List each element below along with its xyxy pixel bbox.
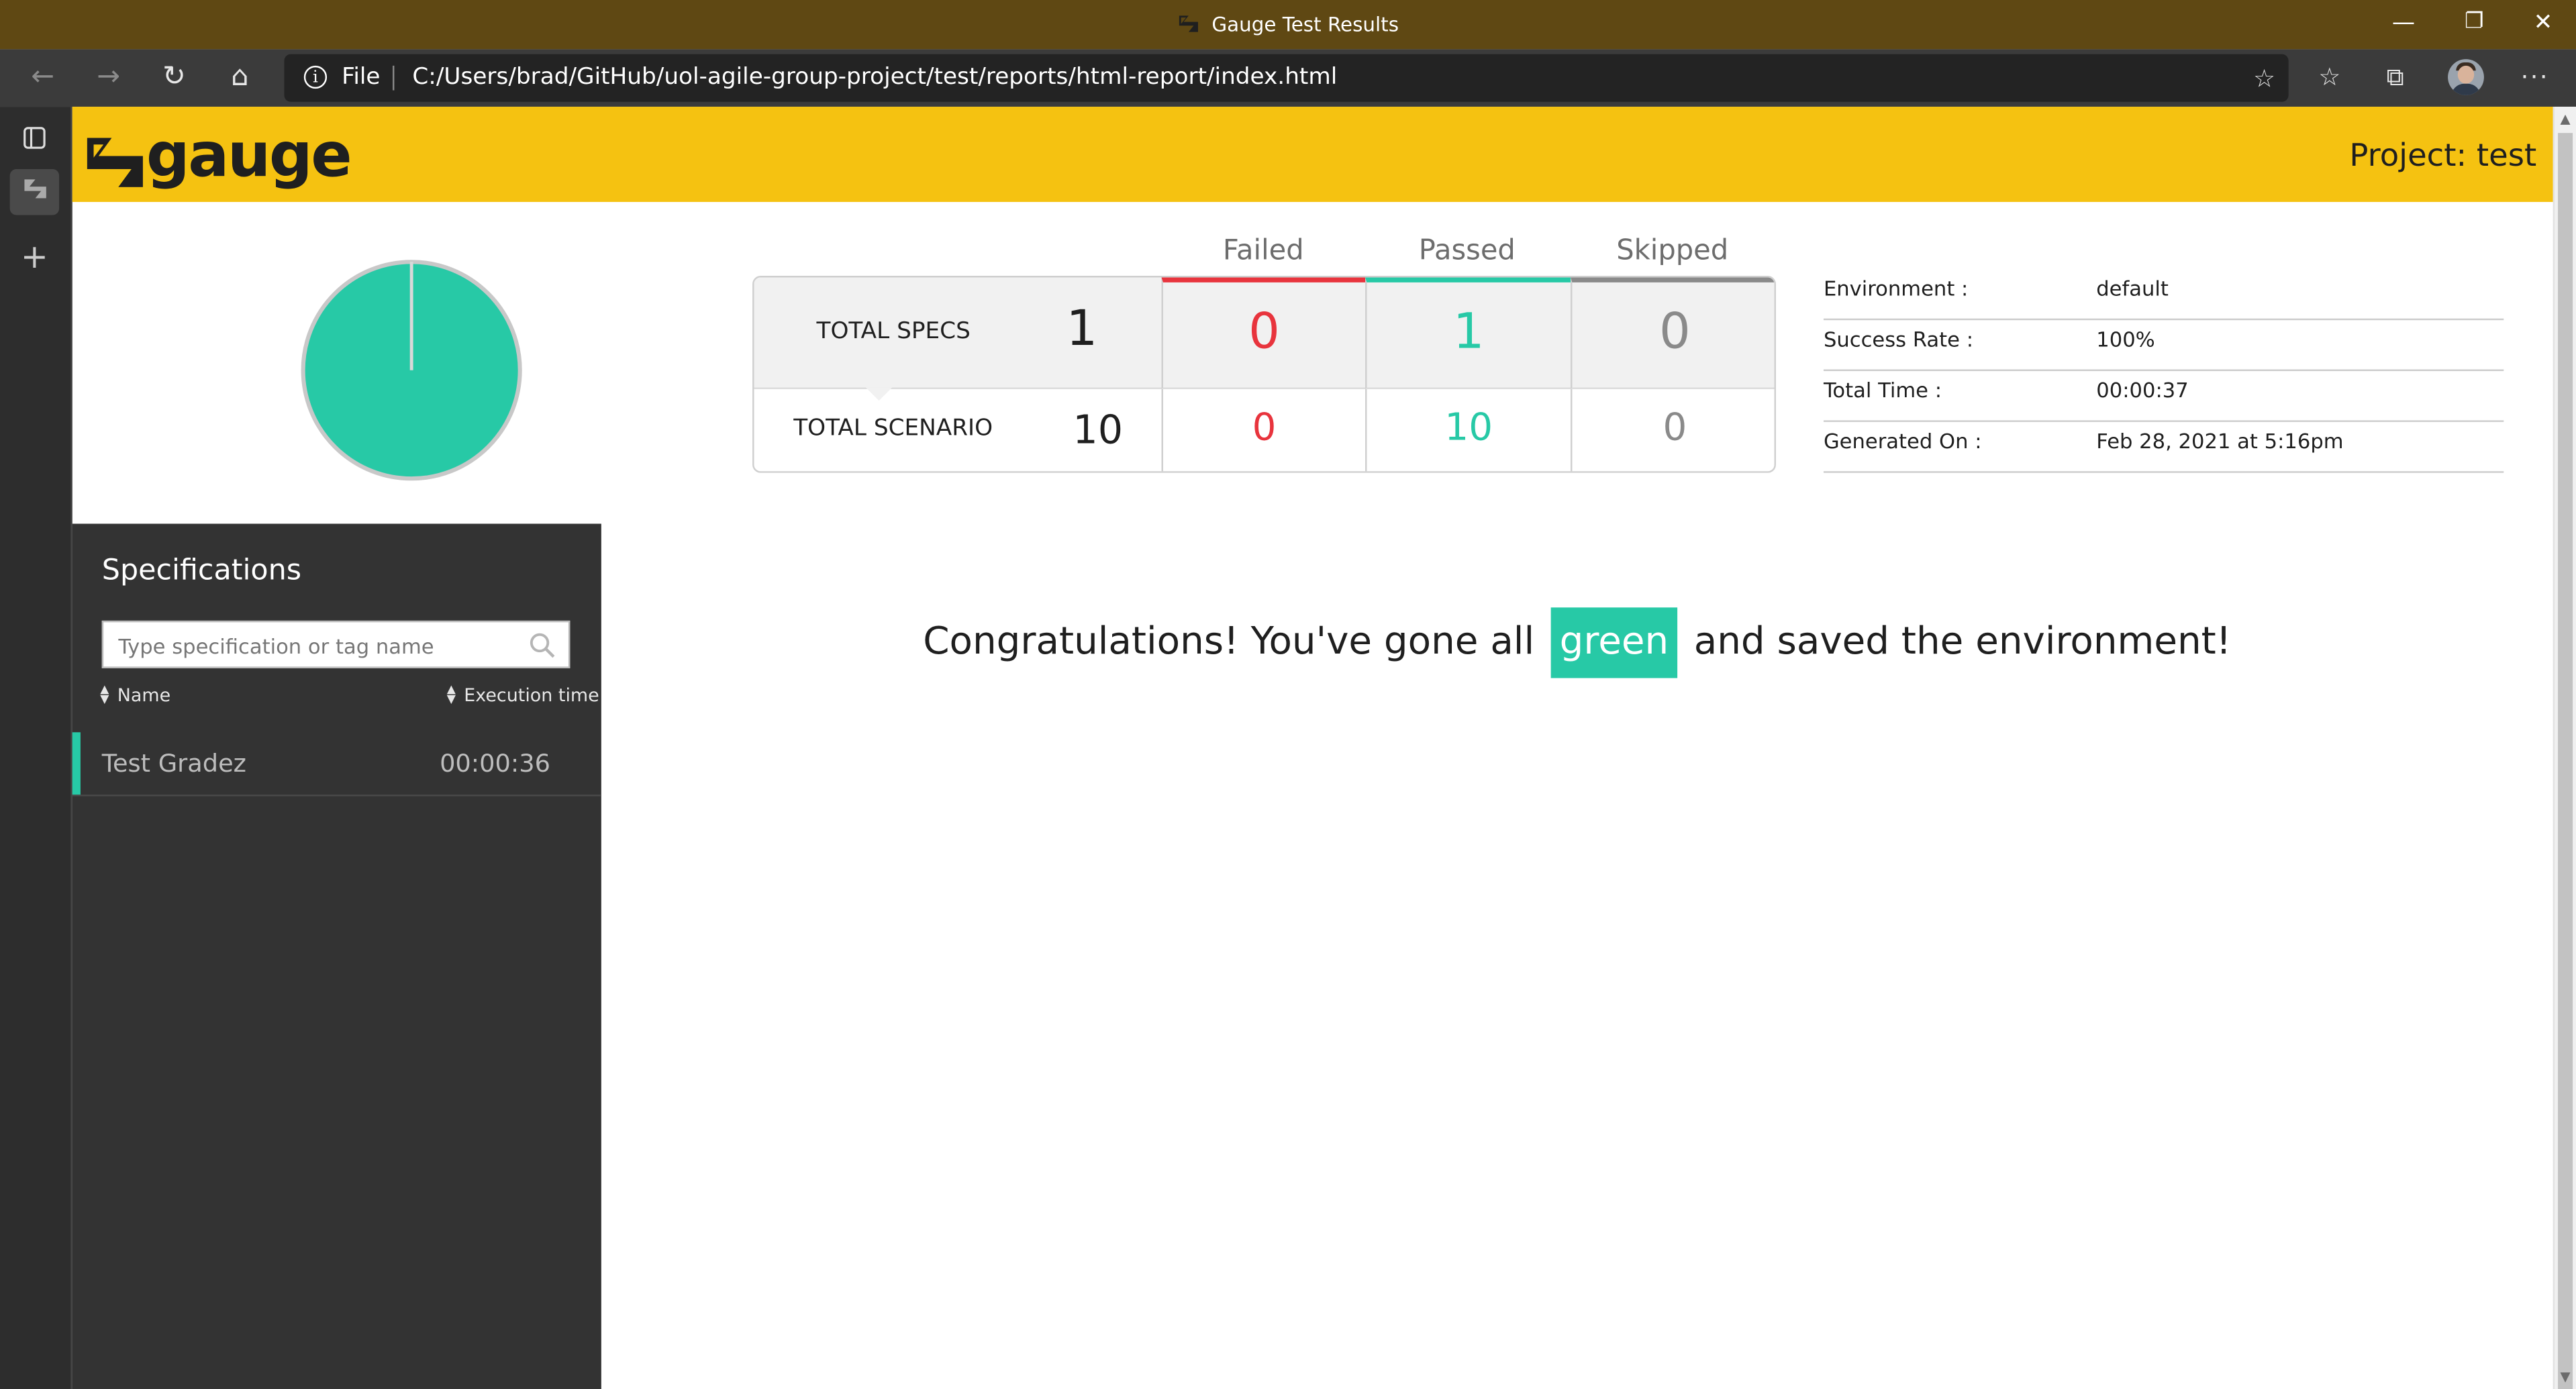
- address-divider: [393, 65, 395, 91]
- title-bar: Gauge Test Results — ❐ ✕: [0, 0, 2576, 50]
- logo-text: gauge: [146, 119, 352, 191]
- specs-row-label-cell[interactable]: TOTAL SPECS 1: [754, 277, 1162, 401]
- specs-skipped-count: 0: [1659, 303, 1691, 362]
- message-before: Congratulations! You've gone all: [923, 620, 1535, 664]
- vertical-tab-strip: +: [0, 107, 72, 1389]
- refresh-icon[interactable]: ↻: [146, 49, 202, 107]
- pass-rate-pie-chart: [301, 260, 522, 481]
- navigation-bar: ← → ↻ ⌂ i File C:/Users/brad/GitHub/uol-…: [0, 49, 2576, 107]
- scrollbar-thumb[interactable]: [2558, 133, 2573, 1389]
- environment-info: Environment : default Success Rate :100% …: [1823, 269, 2504, 473]
- env-row-environment: Environment : default: [1823, 269, 2504, 321]
- env-key: Total Time :: [1823, 377, 1942, 403]
- sort-by-execution-time[interactable]: ▲ ▼ Execution time: [447, 684, 599, 706]
- env-row-total-time: Total Time : 00:00:37: [1823, 371, 2504, 422]
- scenario-passed-count: 10: [1444, 407, 1493, 450]
- gauge-tab-favicon-icon: [23, 179, 46, 199]
- spec-search-input[interactable]: [103, 622, 541, 670]
- column-skipped: Skipped: [1616, 234, 1729, 268]
- url-text[interactable]: C:/Users/brad/GitHub/uol-agile-group-pro…: [412, 54, 1337, 102]
- page-scrollbar[interactable]: ▲ ▼: [2553, 107, 2576, 1389]
- env-row-generated-on: Generated On : Feb 28, 2021 at 5:16pm: [1823, 422, 2504, 473]
- spec-list-item[interactable]: Test Gradez 00:00:36: [72, 732, 601, 796]
- spec-search-box[interactable]: [101, 620, 571, 670]
- protocol-label: File: [342, 64, 381, 91]
- back-icon[interactable]: ←: [15, 49, 70, 107]
- close-button[interactable]: ✕: [2507, 0, 2576, 49]
- sort-arrows-icon: ▲ ▼: [446, 682, 456, 707]
- favorites-icon[interactable]: ☆: [2300, 49, 2359, 107]
- profile-avatar[interactable]: [2448, 59, 2484, 95]
- specs-skipped-cell[interactable]: 0: [1571, 277, 1775, 389]
- info-icon[interactable]: i: [303, 65, 328, 89]
- collections-icon[interactable]: ⧉: [2366, 49, 2425, 107]
- home-icon[interactable]: ⌂: [212, 49, 268, 107]
- total-specs-count: 1: [1066, 300, 1098, 358]
- total-specs-label: TOTAL SPECS: [816, 318, 971, 345]
- scenario-skipped-count: 0: [1663, 407, 1687, 450]
- tab-actions-icon[interactable]: [10, 118, 59, 164]
- spec-name: Test Gradez: [101, 748, 246, 778]
- env-value: 00:00:37: [2096, 377, 2189, 403]
- total-scenario-count: 10: [1073, 407, 1124, 454]
- env-value: default: [2096, 276, 2169, 301]
- env-value: 100%: [2096, 326, 2155, 352]
- specs-passed-cell[interactable]: 1: [1365, 277, 1571, 389]
- report-header: gauge Project: test: [72, 107, 2553, 202]
- message-highlight: green: [1551, 607, 1677, 678]
- spec-status-bar: [72, 732, 81, 795]
- browser-window: Gauge Test Results — ❐ ✕ ← → ↻ ⌂ i File …: [0, 0, 2576, 1389]
- scenario-failed-cell[interactable]: 0: [1161, 389, 1366, 472]
- gauge-tab-icon: [1178, 15, 1197, 32]
- minimize-button[interactable]: —: [2367, 0, 2440, 49]
- restore-button[interactable]: ❐: [2438, 0, 2510, 49]
- env-key: Generated On :: [1823, 428, 1982, 454]
- project-label: Project: test: [2349, 138, 2537, 174]
- window-title: Gauge Test Results: [1211, 13, 1399, 36]
- message-after: and saved the environment!: [1693, 620, 2232, 664]
- sort-name-label: Name: [117, 684, 171, 707]
- search-icon[interactable]: [529, 632, 555, 658]
- sidebar-title: Specifications: [101, 555, 302, 588]
- sort-by-name[interactable]: ▲ ▼ Name: [100, 684, 170, 706]
- gauge-logo-icon: [87, 138, 143, 187]
- scenario-failed-count: 0: [1252, 407, 1277, 450]
- specifications-sidebar: Specifications ▲▼ Name ▲▼ Execution time T…: [72, 523, 601, 1389]
- address-bar[interactable]: i File C:/Users/brad/GitHub/uol-agile-gr…: [284, 54, 2289, 102]
- sort-arrows-icon: ▲ ▼: [100, 682, 109, 707]
- specs-passed-count: 1: [1452, 303, 1485, 362]
- spec-time: 00:00:36: [440, 748, 550, 778]
- env-key: Environment :: [1823, 276, 1969, 301]
- summary-table: TOTAL SPECS 1 TOTAL SCENARIO 10 0 0 1 10…: [752, 276, 1776, 473]
- gauge-tab[interactable]: [9, 169, 60, 215]
- scenario-passed-cell[interactable]: 10: [1365, 389, 1571, 472]
- window-title-area: Gauge Test Results: [0, 0, 2576, 49]
- env-value: Feb 28, 2021 at 5:16pm: [2096, 428, 2344, 454]
- new-tab-icon[interactable]: +: [10, 236, 59, 276]
- column-failed: Failed: [1222, 234, 1304, 268]
- scenario-skipped-cell[interactable]: 0: [1571, 389, 1775, 472]
- specs-failed-cell[interactable]: 0: [1161, 277, 1366, 389]
- env-row-success-rate: Success Rate : 100%: [1823, 320, 2504, 371]
- forward-icon[interactable]: →: [81, 49, 136, 107]
- column-passed: Passed: [1418, 234, 1516, 268]
- scroll-down-icon[interactable]: ▼: [2555, 1370, 2576, 1384]
- env-key: Success Rate :: [1823, 326, 1974, 352]
- specs-failed-count: 0: [1248, 303, 1280, 362]
- scenario-row-label-cell[interactable]: TOTAL SCENARIO 10: [754, 389, 1161, 471]
- add-favorite-icon[interactable]: ☆: [2253, 64, 2275, 93]
- sort-time-label: Execution time: [464, 684, 599, 707]
- scroll-up-icon[interactable]: ▲: [2555, 111, 2576, 126]
- total-scenario-label: TOTAL SCENARIO: [793, 415, 993, 442]
- congratulations-message: Congratulations! You've gone all green a…: [601, 607, 2553, 678]
- more-icon[interactable]: ···: [2506, 49, 2565, 107]
